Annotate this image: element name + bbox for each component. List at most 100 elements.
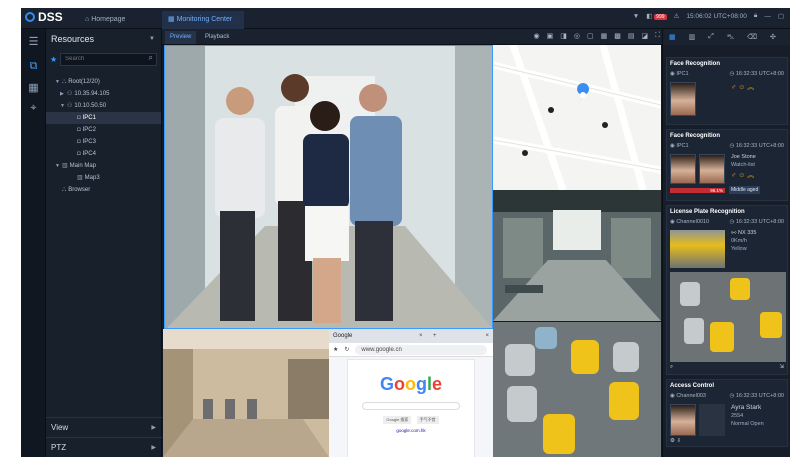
face-match-photo [699, 154, 725, 184]
browser-page: Google Google 搜索 手气不错 google.com.hk [347, 359, 475, 457]
tree-node-label: Map3 [84, 175, 100, 181]
channel-label: ◉ IPC1 [670, 71, 689, 77]
settings-icon[interactable]: ✣ [770, 33, 776, 41]
layout-grid-icon[interactable]: ▦ [669, 33, 676, 41]
layout-9-icon[interactable]: ▩ [614, 32, 621, 40]
collapse-caret-icon[interactable]: ▶ [60, 88, 67, 100]
google-buttons: Google 搜索 手气不错 [348, 416, 474, 424]
top-bar: DSS ⌂ Homepage ▦ Monitoring Center ▼ ◧ 9… [21, 8, 790, 29]
filter-icon[interactable]: ▼ [633, 13, 639, 20]
tab-monitoring-center[interactable]: ▦ Monitoring Center [162, 11, 244, 29]
tab-playback[interactable]: Playback [200, 31, 234, 44]
more-icon[interactable]: ⇲ [779, 364, 784, 370]
live-view-icon[interactable]: ⧉ [26, 59, 41, 73]
reload-icon[interactable]: ↻ [344, 343, 349, 356]
expand-caret-icon[interactable]: ▼ [55, 76, 62, 88]
tree-node[interactable]: ◘ IPC1 [46, 112, 161, 124]
traffic-camera-tile[interactable] [493, 322, 661, 457]
close-browser-icon[interactable]: × [485, 329, 489, 343]
search-icon[interactable]: ⌕ [149, 53, 153, 63]
bottom-nav: View ▶ PTZ ▶ [46, 417, 162, 457]
mall-camera-tile[interactable] [493, 190, 661, 321]
browser-url-field[interactable]: www.google.cn [355, 345, 487, 355]
tree-node[interactable]: ⛬ Browser [46, 184, 161, 196]
view-section[interactable]: View ▶ [46, 417, 162, 437]
face-recognition-card-1[interactable]: Face Recognition ◉ IPC1 ◷ 16:32:33 UTC+8… [666, 57, 788, 125]
lock-icon[interactable]: 🔒︎ [754, 12, 757, 20]
split-icon[interactable]: ◨ [560, 32, 567, 40]
tab-homepage[interactable]: ⌂ Homepage [79, 11, 131, 29]
similarity-bar: 96.1% [670, 188, 725, 193]
door-snapshot [699, 404, 725, 436]
tab-preview[interactable]: Preview [165, 31, 197, 44]
event-time: ◷ 16:32:33 UTC+8:00 [729, 71, 785, 77]
tree-node-label: IPC1 [82, 115, 96, 121]
fullscreen-icon[interactable]: ⛶ [655, 32, 660, 40]
audio-icon[interactable]: ◎ [574, 32, 580, 40]
map-icon: ▥ [62, 163, 68, 169]
alarm-icon[interactable]: ◧ 999 [646, 12, 667, 20]
channel-label: ◉ Channel003 [670, 393, 706, 399]
resources-header[interactable]: Resources ▼ [46, 29, 161, 49]
browser-tile[interactable]: Google × + × ★ ↻ www.google.cn Google Go… [329, 329, 493, 457]
access-control-card[interactable]: Access Control ◉ Channel003 ◷ 16:32:33 U… [666, 379, 788, 447]
face-snapshot [670, 154, 696, 184]
camera-icon: ◘ [77, 139, 81, 145]
search-icon[interactable]: ⌕ [670, 364, 673, 371]
grid-view-icon[interactable]: ▦ [26, 81, 41, 95]
layout-list-icon[interactable]: ▥ [689, 33, 696, 41]
maximize-icon[interactable]: ▢ [778, 12, 784, 20]
close-tab-icon[interactable]: × [419, 329, 423, 343]
face-recognition-card-2[interactable]: Face Recognition ◉ IPC1 ◷ 16:32:33 UTC+8… [666, 129, 788, 201]
expand-caret-icon[interactable]: ▼ [60, 100, 67, 112]
lucky-button[interactable]: 手气不错 [416, 416, 439, 424]
people-walking-video [165, 46, 492, 328]
expand-caret-icon[interactable]: ▼ [55, 160, 62, 172]
ptz-section[interactable]: PTZ ▶ [46, 437, 162, 457]
tree-node[interactable]: ▥ Map3 [46, 172, 161, 184]
tree-node[interactable]: ▼ ⛬ Root(12/20) [46, 76, 161, 88]
expand-icon[interactable]: ⤢ [708, 33, 714, 41]
car-icon[interactable]: ⛍ [727, 33, 734, 42]
license-plate-card[interactable]: License Plate Recognition ◉ Channel0010 … [666, 205, 788, 375]
browser-icon: ⛬ [62, 187, 67, 193]
browser-tab[interactable]: Google × + × [329, 329, 493, 343]
snapshot-icon[interactable]: ▣ [547, 32, 554, 40]
tree-node[interactable]: ◘ IPC4 [46, 148, 161, 160]
edit-icon[interactable]: ◪ [641, 32, 648, 40]
user-icon[interactable]: ⚠ [674, 12, 680, 20]
tree-node-label: Browser [68, 187, 91, 193]
map-tile[interactable] [493, 45, 661, 190]
tree-node[interactable]: ◘ IPC2 [46, 124, 161, 136]
search-input[interactable] [60, 52, 157, 66]
layout-4-icon[interactable]: ▦ [601, 32, 608, 40]
tree-node[interactable]: ◘ IPC3 [46, 136, 161, 148]
person-photo [670, 404, 696, 436]
tree-node[interactable]: ▼ ⚇ 10.10.50.50 [46, 100, 161, 112]
record-icon[interactable]: ◉ [534, 32, 540, 40]
video-tile-main[interactable] [164, 45, 493, 329]
settings-icon[interactable]: ⚙ ⇩ [670, 438, 681, 444]
window-icon[interactable]: ▢ [587, 32, 594, 40]
google-search-input[interactable] [362, 402, 460, 410]
map-pin-icon[interactable]: ⌖ [26, 101, 41, 115]
alarm-badge: 999 [654, 14, 667, 20]
bookmark-star-icon[interactable]: ★ [333, 343, 338, 356]
tree-node[interactable]: ▶ ⚇ 10.35.94.105 [46, 88, 161, 100]
menu-icon[interactable]: ☰ [26, 35, 41, 49]
face-snapshot [670, 82, 696, 116]
google-hk-link[interactable]: google.com.hk [348, 428, 474, 433]
lobby-camera-tile[interactable] [163, 329, 329, 457]
app-logo: DSS [25, 10, 63, 24]
minimize-icon[interactable]: — [764, 13, 771, 20]
resources-panel: Resources ▼ ★ ⌕ ▼⛬Root(12/20)▶⚇10.35.94.… [46, 29, 162, 457]
broom-icon[interactable]: ⌫ [747, 33, 757, 41]
new-tab-icon[interactable]: + [433, 329, 437, 343]
tree-node[interactable]: ▼ ▥ Main Map [46, 160, 161, 172]
tree-node-label: Root(12/20) [68, 79, 100, 85]
tree-node-label: 10.10.50.50 [74, 103, 107, 109]
chevron-down-icon[interactable]: ▼ [149, 29, 155, 49]
favorite-star-icon[interactable]: ★ [50, 55, 57, 64]
google-search-button[interactable]: Google 搜索 [383, 416, 412, 424]
layout-custom-icon[interactable]: ▤ [628, 32, 635, 40]
